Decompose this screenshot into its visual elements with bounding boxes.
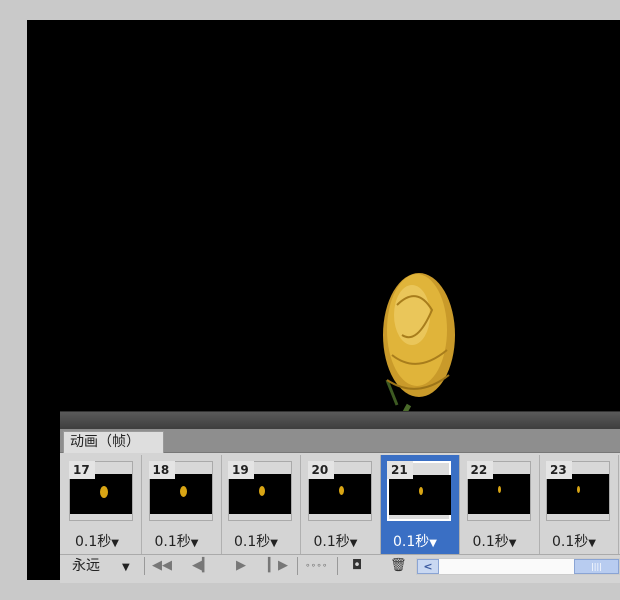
tab-animation-frames[interactable]: 动画（帧） (63, 431, 164, 453)
chevron-down-icon: ▼ (429, 538, 437, 549)
delay-label: 0.1秒 (552, 534, 589, 550)
rose-thumbnail (100, 486, 108, 498)
rose-thumbnail (497, 486, 501, 493)
frame-number: 23 (546, 461, 572, 479)
thumbnail-image (467, 474, 530, 514)
frame-number: 21 (387, 461, 413, 479)
delay-label: 0.1秒 (154, 534, 191, 550)
frame-number: 17 (69, 461, 95, 479)
frame-delay-select[interactable]: 0.1秒▼ (552, 531, 596, 551)
frame-20[interactable]: 20 0.1秒▼ (302, 455, 381, 554)
frame-delay-select[interactable]: 0.1秒▼ (393, 531, 437, 551)
chevron-down-icon: ▼ (190, 538, 199, 549)
frame-19[interactable]: 19 0.1秒▼ (222, 455, 301, 554)
thumbnail-image (149, 474, 212, 514)
animation-panel: 动画（帧） 17 0.1秒▼ 18 0.1秒▼ 19 0.1秒▼ 20 0.1秒▼ 21… (60, 411, 620, 583)
frame-delay-select[interactable]: 0.1秒▼ (75, 531, 119, 551)
thumbnail-image (70, 474, 132, 514)
frame-delay-select[interactable]: 0.1秒▼ (473, 531, 517, 551)
frame-23[interactable]: 23 0.1秒▼ (540, 455, 619, 554)
frame-number: 22 (466, 461, 493, 479)
frame-strip: 17 0.1秒▼ 18 0.1秒▼ 19 0.1秒▼ 20 0.1秒▼ 21 0.1秒▼… (63, 455, 620, 554)
delay-label: 0.1秒 (234, 534, 271, 550)
thumbnail-image (229, 474, 291, 514)
rose-thumbnail (179, 486, 187, 497)
frame-22[interactable]: 22 0.1秒▼ (461, 455, 540, 554)
chevron-down-icon: ▼ (270, 538, 278, 549)
frame-21[interactable]: 21 0.1秒▼ (381, 455, 460, 554)
frame-17[interactable]: 17 0.1秒▼ (63, 455, 142, 554)
loop-select[interactable]: 永远 ▼ (72, 557, 130, 575)
frame-delay-select[interactable]: 0.1秒▼ (155, 531, 199, 551)
first-frame-icon[interactable]: ◀◀ (152, 557, 172, 575)
previous-frame-icon[interactable]: ◀▎ (192, 557, 212, 575)
thumbnail-image (308, 474, 371, 514)
horizontal-scrollbar[interactable]: < |||| (416, 558, 620, 575)
rose-thumbnail (259, 486, 265, 496)
chevron-down-icon: ▼ (111, 538, 119, 549)
delete-frame-icon[interactable]: 🗑 (390, 557, 407, 575)
frame-number: 19 (228, 461, 254, 479)
rose-image (383, 273, 455, 435)
chevron-down-icon: ▼ (349, 538, 358, 549)
chevron-down-icon: ▼ (508, 538, 517, 549)
tween-icon[interactable]: ∘∘∘∘ (305, 557, 328, 575)
chevron-down-icon: ▼ (122, 562, 130, 573)
loop-option-label: 永远 (72, 558, 100, 574)
rose-thumbnail (577, 486, 580, 493)
thumbnail-image (389, 475, 451, 515)
animation-toolbar: 永远 ▼ ◀◀ ◀▎ ▶ ▎▶ ∘∘∘∘ ◘ 🗑 < |||| (60, 554, 620, 576)
delay-label: 0.1秒 (313, 534, 350, 550)
frame-delay-select[interactable]: 0.1秒▼ (314, 531, 358, 551)
rose-thumbnail (419, 487, 423, 495)
next-frame-icon[interactable]: ▎▶ (268, 557, 288, 575)
delay-label: 0.1秒 (75, 534, 112, 550)
frame-18[interactable]: 18 0.1秒▼ (143, 455, 222, 554)
chevron-down-icon: ▼ (588, 538, 596, 549)
duplicate-frame-icon[interactable]: ◘ (352, 557, 362, 575)
panel-header[interactable] (60, 412, 620, 429)
rose-thumbnail (338, 486, 344, 495)
frame-delay-select[interactable]: 0.1秒▼ (234, 531, 278, 551)
thumbnail-image (547, 474, 609, 514)
play-icon[interactable]: ▶ (236, 557, 246, 575)
scroll-thumb[interactable]: |||| (574, 559, 619, 574)
delay-label: 0.1秒 (393, 534, 430, 550)
frame-number: 18 (148, 461, 175, 479)
frame-number: 20 (307, 461, 334, 479)
delay-label: 0.1秒 (472, 534, 509, 550)
scroll-left-icon[interactable]: < (417, 559, 439, 574)
